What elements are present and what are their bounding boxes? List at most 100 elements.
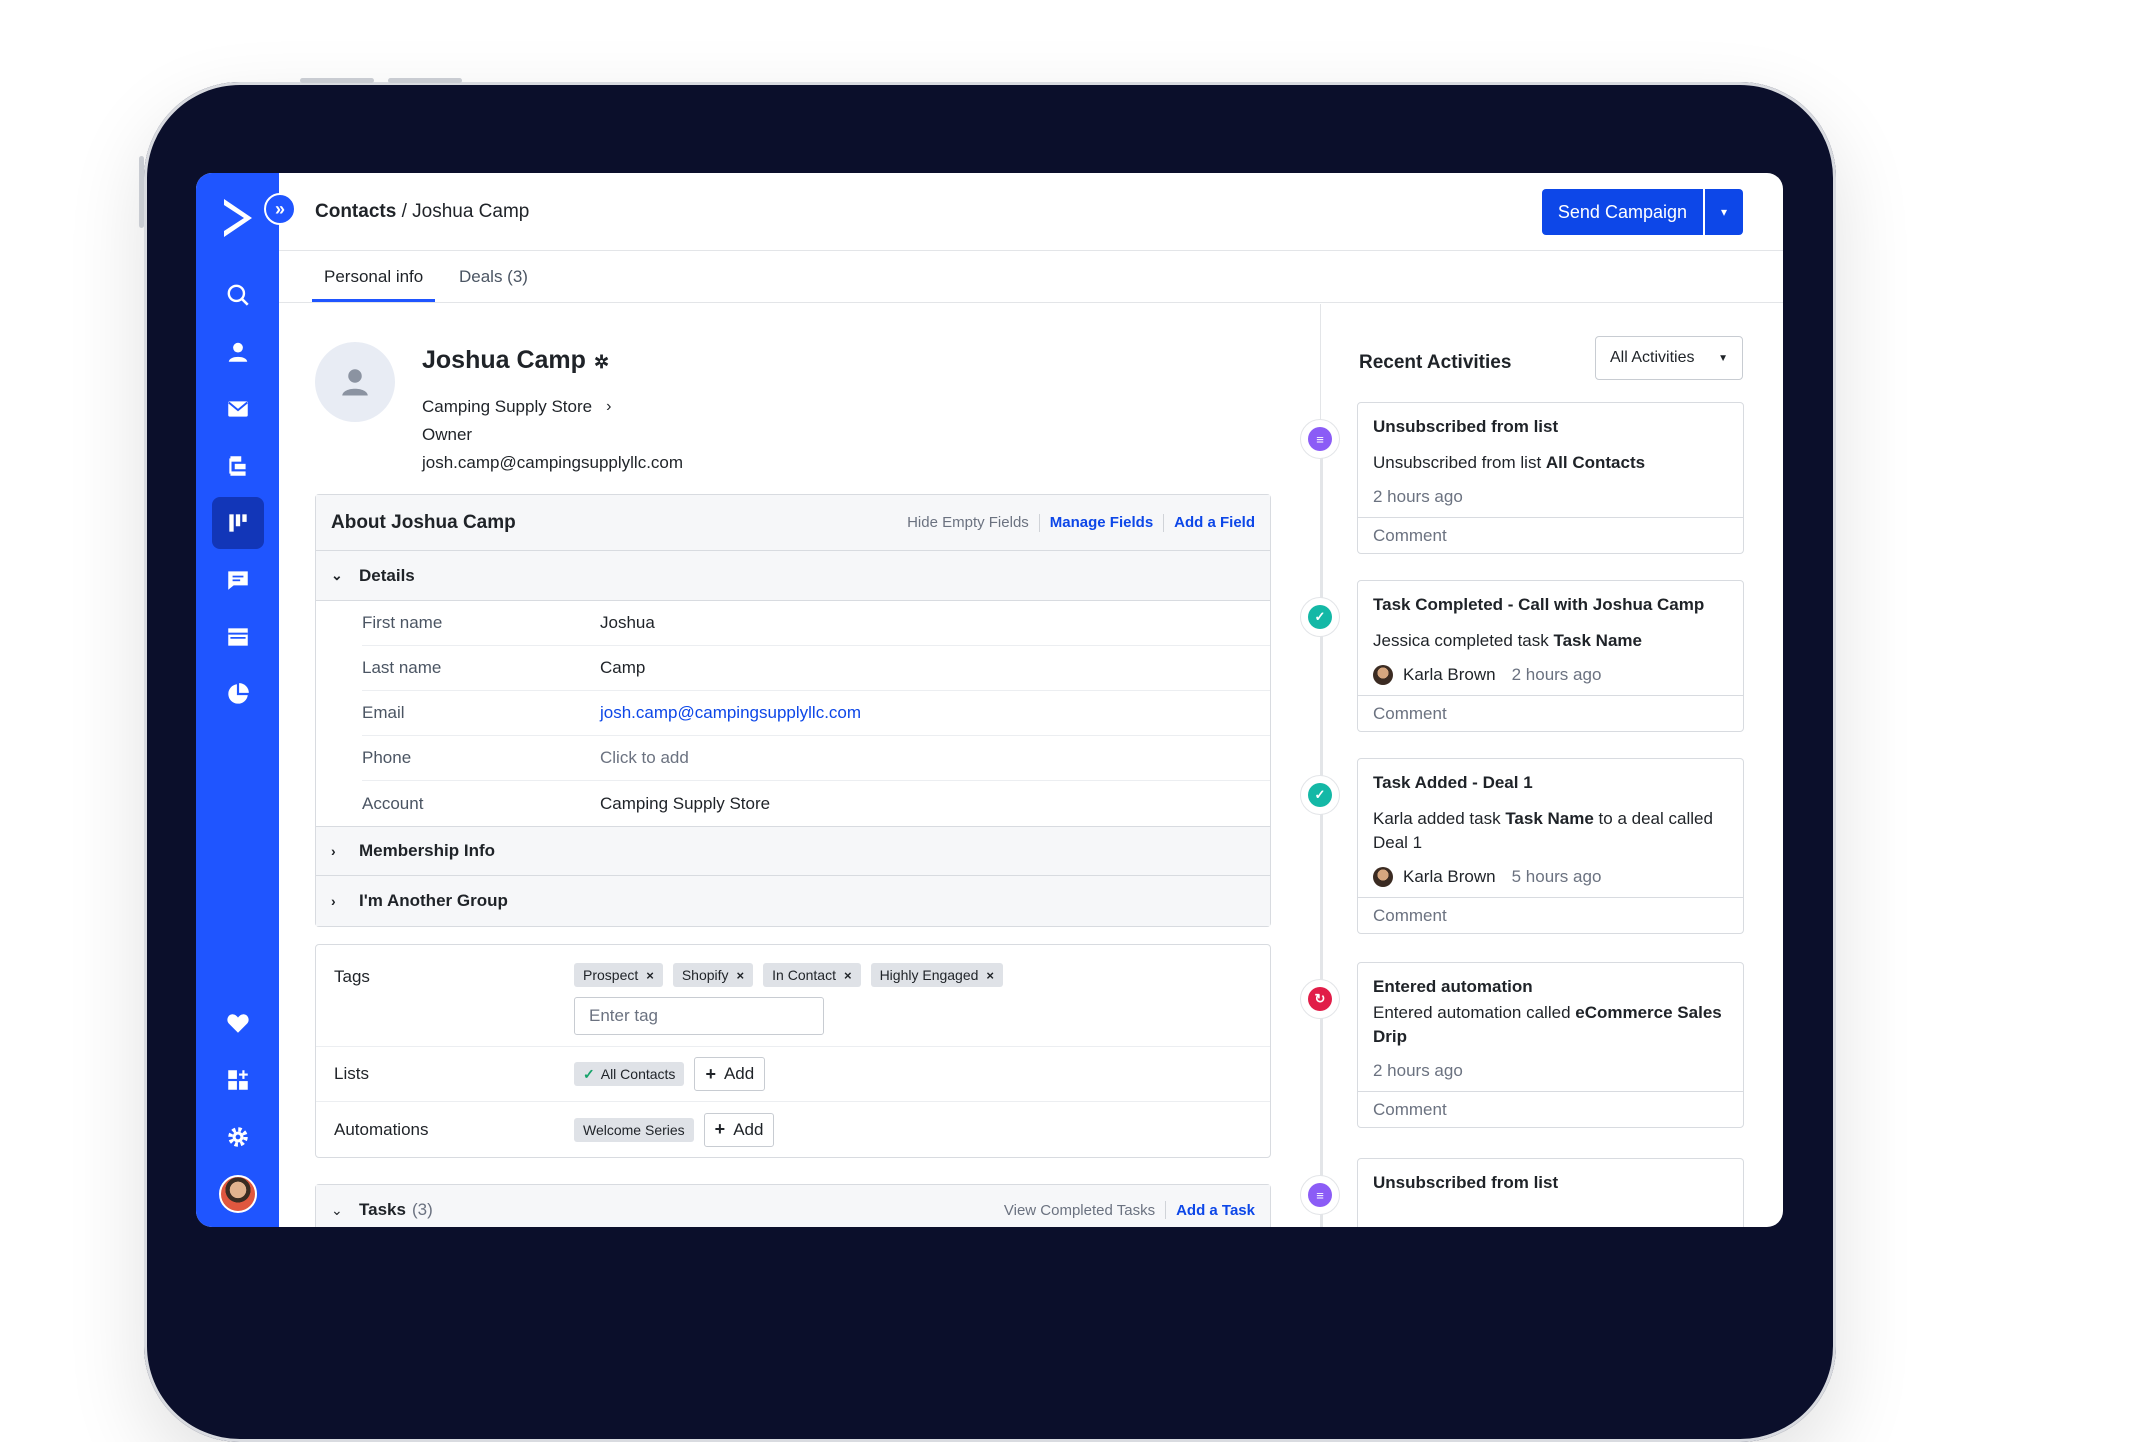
activity-highlight: All Contacts bbox=[1545, 453, 1646, 472]
lists-row: Lists ✓ All Contacts + Add bbox=[316, 1047, 1270, 1102]
contact-settings-icon[interactable]: ✲ bbox=[594, 352, 609, 372]
chat-icon bbox=[227, 571, 248, 590]
recent-activities-panel: Recent Activities All Activities ▼ ≡ Unsu… bbox=[1300, 304, 1783, 1227]
another-group-section-toggle[interactable]: › I'm Another Group bbox=[316, 876, 1270, 926]
close-icon[interactable]: × bbox=[737, 968, 745, 983]
manage-fields-link[interactable]: Manage Fields bbox=[1050, 514, 1153, 531]
user-avatar[interactable] bbox=[218, 1175, 257, 1213]
comment-input[interactable]: Comment bbox=[1358, 695, 1743, 731]
activity-title: Task Completed - Call with Joshua Camp bbox=[1373, 595, 1705, 614]
field-label: Last name bbox=[362, 658, 442, 677]
sidebar-item-search[interactable] bbox=[212, 269, 264, 321]
activity-user[interactable]: Karla Brown bbox=[1403, 867, 1496, 887]
details-label: Details bbox=[359, 565, 415, 585]
contact-details: Joshua Camp ✲ Camping Supply Store › Owner… bbox=[279, 304, 1320, 1227]
activity-body: Unsubscribed from list bbox=[1358, 1159, 1743, 1193]
activity-card: Unsubscribed from list Unsubscribed from… bbox=[1357, 402, 1744, 554]
caret-down-icon: ▼ bbox=[1718, 352, 1728, 364]
recent-activities-title: Recent Activities bbox=[1359, 352, 1512, 373]
activity-time: 2 hours ago bbox=[1373, 1061, 1463, 1080]
comment-input[interactable]: Comment bbox=[1358, 897, 1743, 933]
list-icon: ≡ bbox=[1308, 427, 1332, 451]
first-name-value[interactable]: Joshua bbox=[600, 613, 655, 633]
person-icon bbox=[228, 342, 247, 362]
contact-email[interactable]: josh.camp@campingsupplyllc.com bbox=[422, 453, 683, 473]
sidebar-item-campaigns[interactable] bbox=[212, 383, 264, 435]
tasks-header: ⌄ Tasks (3) View Completed Tasks Add a T… bbox=[316, 1185, 1270, 1227]
about-card-header: About Joshua Camp Hide Empty Fields Mana… bbox=[316, 495, 1270, 551]
logo-icon[interactable] bbox=[218, 195, 258, 241]
activity-icon: ↻ bbox=[1300, 979, 1340, 1019]
activity-text: Jessica completed task bbox=[1373, 631, 1554, 650]
sidebar-item-deals[interactable] bbox=[211, 497, 264, 549]
tab-bar: Personal info Deals (3) bbox=[279, 251, 1783, 303]
list-chip[interactable]: ✓ All Contacts bbox=[574, 1062, 685, 1086]
list-icon: ≡ bbox=[1308, 1183, 1332, 1207]
plus-icon: + bbox=[705, 1063, 716, 1084]
activity-card: Entered automation Entered automation ca… bbox=[1357, 962, 1744, 1128]
contact-company-link[interactable]: Camping Supply Store › bbox=[422, 397, 611, 417]
add-automation-label: Add bbox=[733, 1119, 764, 1139]
membership-label: Membership Info bbox=[359, 841, 496, 860]
view-completed-tasks-link[interactable]: View Completed Tasks bbox=[1004, 1202, 1155, 1219]
details-section-toggle[interactable]: ⌄ Details bbox=[316, 551, 1270, 601]
account-value[interactable]: Camping Supply Store bbox=[600, 794, 770, 814]
chevron-down-icon[interactable]: ⌄ bbox=[331, 1202, 359, 1219]
sidebar-item-reports[interactable] bbox=[212, 668, 264, 720]
activity-body: Task Added - Deal 1 Karla added task Tas… bbox=[1358, 759, 1743, 887]
membership-section-toggle[interactable]: › Membership Info bbox=[316, 826, 1270, 876]
automation-chip[interactable]: Welcome Series bbox=[574, 1117, 694, 1142]
breadcrumb-contacts[interactable]: Contacts bbox=[315, 201, 396, 222]
add-list-button[interactable]: + Add bbox=[694, 1057, 766, 1091]
sidebar-item-website[interactable] bbox=[212, 611, 264, 663]
email-value-link[interactable]: josh.camp@campingsupplyllc.com bbox=[600, 703, 861, 723]
comment-input[interactable]: Comment bbox=[1358, 517, 1743, 553]
tab-deals[interactable]: Deals (3) bbox=[459, 267, 528, 299]
about-actions: Hide Empty Fields Manage Fields Add a Fi… bbox=[907, 513, 1255, 532]
tag-name: In Contact bbox=[772, 967, 836, 983]
field-label: Phone bbox=[362, 748, 412, 767]
add-field-link[interactable]: Add a Field bbox=[1174, 514, 1255, 531]
hide-empty-fields-link[interactable]: Hide Empty Fields bbox=[907, 514, 1029, 531]
activity-icon: ≡ bbox=[1300, 419, 1340, 459]
tab-personal-info[interactable]: Personal info bbox=[312, 267, 436, 302]
sidebar-item-automations[interactable] bbox=[212, 440, 264, 492]
comment-input[interactable]: Comment bbox=[1358, 1091, 1743, 1127]
activity-icon: ✓ bbox=[1300, 597, 1340, 637]
window-icon bbox=[227, 628, 248, 646]
send-campaign-dropdown[interactable]: ▾ bbox=[1703, 189, 1743, 235]
sidebar-item-conversations[interactable] bbox=[212, 554, 264, 606]
automation-icon bbox=[228, 456, 246, 476]
search-icon bbox=[227, 284, 249, 306]
add-automation-button[interactable]: + Add bbox=[703, 1112, 775, 1147]
field-label: Email bbox=[362, 703, 405, 722]
sidebar-item-settings[interactable] bbox=[212, 1111, 264, 1163]
field-label: First name bbox=[362, 613, 443, 632]
last-name-value[interactable]: Camp bbox=[600, 658, 645, 678]
tasks-count: (3) bbox=[411, 1200, 433, 1219]
close-icon[interactable]: × bbox=[986, 968, 994, 983]
chevron-right-icon: › bbox=[331, 843, 336, 859]
automation-icon: ↻ bbox=[1308, 987, 1332, 1011]
sidebar-item-apps[interactable] bbox=[212, 1054, 264, 1106]
automation-name: Welcome Series bbox=[583, 1121, 685, 1138]
activity-user[interactable]: Karla Brown bbox=[1403, 665, 1496, 685]
activity-title: Task Added - Deal 1 bbox=[1373, 773, 1533, 792]
send-campaign-button[interactable]: Send Campaign bbox=[1541, 189, 1703, 235]
activity-highlight: Task Name bbox=[1505, 809, 1594, 828]
sidebar-item-contacts[interactable] bbox=[212, 326, 264, 378]
sidebar-item-favorites[interactable] bbox=[212, 997, 264, 1049]
activity-title: Unsubscribed from list bbox=[1373, 417, 1559, 436]
phone-value[interactable]: Click to add bbox=[600, 748, 689, 768]
expand-sidebar-icon[interactable]: » bbox=[264, 193, 296, 225]
add-task-link[interactable]: Add a Task bbox=[1176, 1202, 1255, 1219]
close-icon[interactable]: × bbox=[646, 968, 654, 983]
close-icon[interactable]: × bbox=[844, 968, 852, 983]
activity-description: Entered automation called eCommerce Sale… bbox=[1373, 1001, 1728, 1049]
app-screen: » Contacts / Joshua Camp Send Campaign ▾… bbox=[196, 173, 1783, 1227]
plus-icon: + bbox=[714, 1119, 726, 1139]
activities-filter-select[interactable]: All Activities ▼ bbox=[1595, 336, 1743, 380]
activity-highlight: Task Name bbox=[1553, 631, 1642, 650]
task-check-icon: ✓ bbox=[1308, 605, 1332, 629]
tag-input[interactable]: Enter tag bbox=[574, 997, 824, 1035]
